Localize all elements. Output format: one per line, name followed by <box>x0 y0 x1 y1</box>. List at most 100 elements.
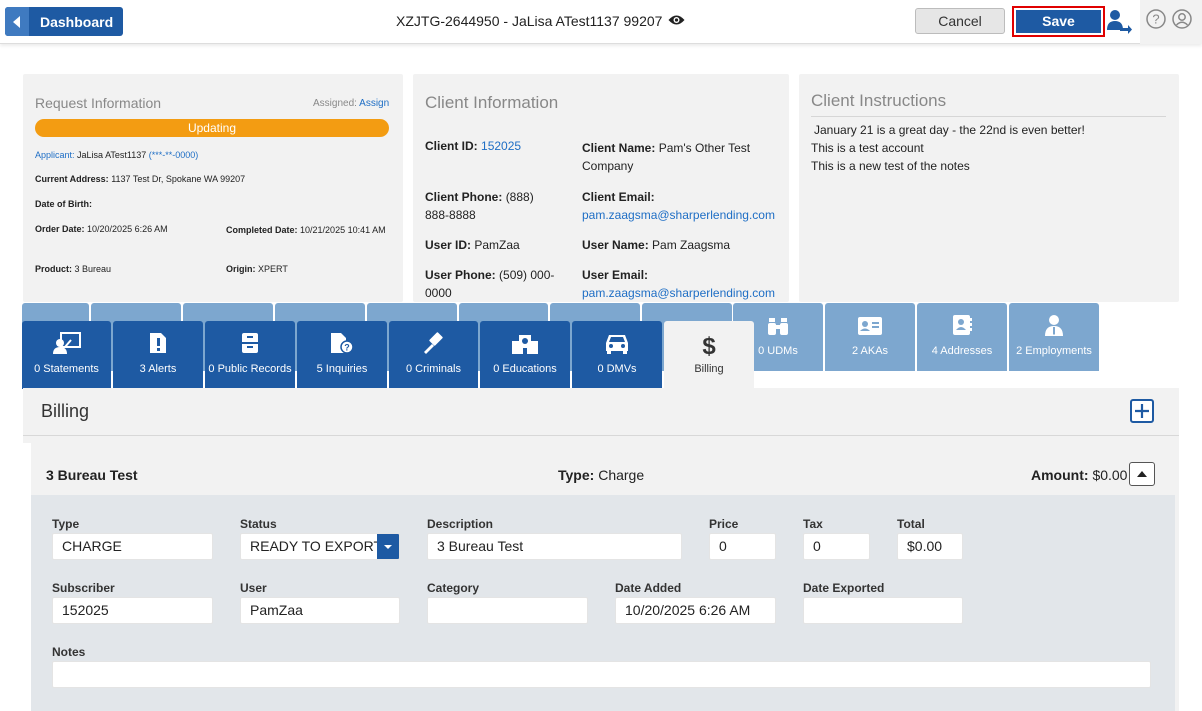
instructions-line-1: January 21 is a great day - the 22nd is … <box>814 123 1085 137</box>
type-field[interactable]: CHARGE <box>52 533 213 560</box>
tab-alerts[interactable]: 3 Alerts <box>113 321 203 389</box>
price-field-label: Price <box>709 517 739 531</box>
user-id-value: PamZaa <box>474 238 520 252</box>
order-date-row: Order Date: 10/20/2025 6:26 AM <box>35 224 168 234</box>
client-info-heading: Client Information <box>425 93 559 112</box>
save-button-frame[interactable]: Save <box>1012 6 1105 37</box>
tab-statements[interactable]: 0 Statements <box>22 321 111 389</box>
eye-icon[interactable] <box>668 13 685 29</box>
tab-dmvs[interactable]: 0 DMVs <box>572 321 662 389</box>
type-value: Charge <box>598 467 645 483</box>
notes-field[interactable] <box>52 661 1151 688</box>
applicant-ssn[interactable]: (***-**-0000) <box>149 150 199 160</box>
tab-label: 0 DMVs <box>597 363 637 375</box>
description-field-label: Description <box>427 517 494 531</box>
tab-akas[interactable]: 2 AKAs <box>825 303 915 371</box>
user-field[interactable]: PamZaa <box>240 597 400 624</box>
applicant-name: JaLisa ATest1137 <box>77 150 147 160</box>
add-billing-button[interactable] <box>1130 399 1154 423</box>
plus-icon <box>1135 404 1149 418</box>
chevron-left-icon <box>5 7 29 36</box>
tab-billing[interactable]: $ Billing <box>664 321 754 389</box>
binoculars-icon <box>767 316 789 345</box>
client-email-label: Client Email: <box>582 190 655 204</box>
client-id-row: Client ID: 152025 <box>425 139 521 153</box>
date-added-field[interactable]: 10/20/2025 6:26 AM <box>615 597 776 624</box>
client-id-label: Client ID: <box>425 139 478 153</box>
assign-link[interactable]: Assign <box>359 98 389 109</box>
tax-field[interactable]: 0 <box>803 533 870 560</box>
tax-field-label: Tax <box>803 517 823 531</box>
tab-public-records[interactable]: 0 Public Records <box>205 321 295 389</box>
address-label: Current Address: <box>35 174 109 184</box>
alert-icon <box>149 332 167 363</box>
address-value: 1137 Test Dr, Spokane WA 99207 <box>111 174 246 184</box>
tab-label: 4 Addresses <box>931 345 993 357</box>
request-info-heading: Request Information <box>35 95 162 111</box>
user-name-row: User Name: Pam Zaagsma <box>582 238 730 252</box>
category-field-label: Category <box>427 581 480 595</box>
instructions-divider <box>811 116 1166 117</box>
tab-label: 0 Statements <box>34 363 99 375</box>
inquiry-icon: ? <box>330 332 354 363</box>
dropdown-caret-icon[interactable] <box>377 534 399 559</box>
user-id-label: User ID: <box>425 238 472 252</box>
category-field[interactable] <box>427 597 588 624</box>
caret-up-icon <box>1137 471 1147 477</box>
billing-item-header: 3 Bureau Test Type: Charge Amount: $0.00 <box>31 443 1175 495</box>
tab-educations[interactable]: 0 Educations <box>480 321 570 389</box>
status-select[interactable]: READY TO EXPORT <box>240 533 400 560</box>
type-label: Type: <box>558 467 595 483</box>
origin-label: Origin: <box>226 264 256 274</box>
page-title-text: XZJTG-2644950 - JaLisa ATest1137 99207 <box>396 13 663 29</box>
tab-label: 2 Employments <box>1016 345 1092 357</box>
date-exported-field[interactable] <box>803 597 963 624</box>
total-field[interactable]: $0.00 <box>897 533 963 560</box>
tab-employments[interactable]: 2 Employments <box>1009 303 1099 371</box>
help-icon[interactable]: ? <box>1146 9 1166 34</box>
user-phone-row: User Phone: (509) 000-0000 <box>425 266 565 302</box>
tab-inquiries[interactable]: ? 5 Inquiries <box>297 321 387 389</box>
cancel-button[interactable]: Cancel <box>915 8 1005 34</box>
assigned-area: Assigned: Assign <box>313 98 389 109</box>
origin-row: Origin: XPERT <box>226 264 288 274</box>
dollar-icon: $ <box>702 333 716 360</box>
client-name-label: Client Name: <box>582 141 656 155</box>
applicant-row: Applicant: JaLisa ATest1137 (***-**-0000… <box>35 150 198 160</box>
svg-text:?: ? <box>1152 12 1159 27</box>
save-button[interactable]: Save <box>1016 10 1101 33</box>
tab-label: 0 UDMs <box>758 345 798 357</box>
collapse-button[interactable] <box>1129 462 1155 486</box>
user-id-row: User ID: PamZaa <box>425 238 520 252</box>
billing-divider <box>23 435 1179 436</box>
status-badge: Updating <box>35 119 389 137</box>
subscriber-field[interactable]: 152025 <box>52 597 213 624</box>
statement-icon <box>52 332 81 363</box>
account-icon[interactable] <box>1172 9 1192 34</box>
price-field[interactable]: 0 <box>709 533 776 560</box>
user-email-link[interactable]: pam.zaagsma@sharperlending.com <box>582 284 775 302</box>
order-date-label: Order Date: <box>35 224 85 234</box>
completed-date-label: Completed Date: <box>226 225 298 235</box>
tab-label: Billing <box>694 363 724 375</box>
reassign-user-icon[interactable] <box>1106 8 1132 39</box>
description-field[interactable]: 3 Bureau Test <box>427 533 682 560</box>
request-info-panel: Request Information Assigned: Assign Upd… <box>23 74 403 302</box>
address-book-icon <box>951 314 973 345</box>
billing-heading: Billing <box>41 401 90 421</box>
tab-label: 0 Criminals <box>405 363 461 375</box>
school-icon <box>511 332 539 363</box>
assigned-label: Assigned: <box>313 98 357 109</box>
tab-label: 3 Alerts <box>139 363 177 375</box>
client-id-link[interactable]: 152025 <box>481 139 521 153</box>
tab-label: 0 Educations <box>493 363 557 375</box>
tab-criminals[interactable]: 0 Criminals <box>389 321 478 389</box>
tab-addresses[interactable]: 4 Addresses <box>917 303 1007 371</box>
client-email-row: Client Email: pam.zaagsma@sharperlending… <box>582 188 775 224</box>
user-field-label: User <box>240 581 267 595</box>
top-bar: Dashboard XZJTG-2644950 - JaLisa ATest11… <box>0 0 1202 44</box>
billing-item-type: Type: Charge <box>558 467 644 483</box>
dashboard-button[interactable]: Dashboard <box>5 7 123 36</box>
client-email-link[interactable]: pam.zaagsma@sharperlending.com <box>582 206 775 224</box>
completed-date-value: 10/21/2025 10:41 AM <box>300 225 386 235</box>
